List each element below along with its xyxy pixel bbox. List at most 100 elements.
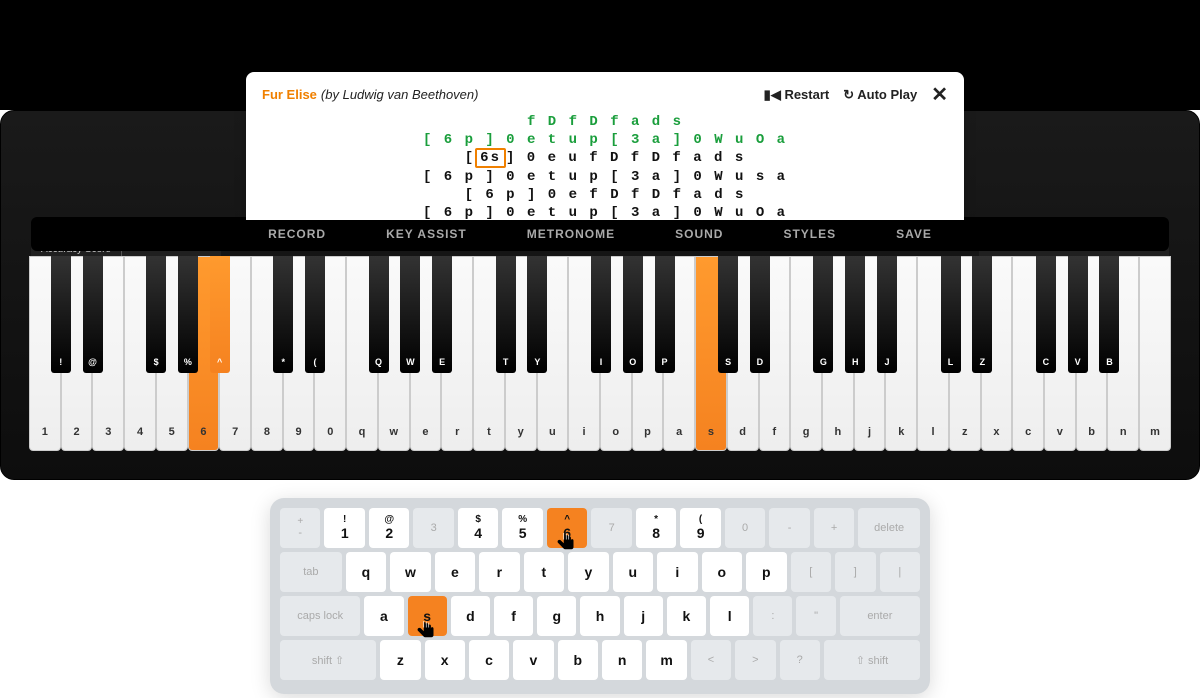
autoplay-button[interactable]: ↻ Auto Play [843,87,917,103]
piano-black-key-T[interactable]: T [496,256,516,373]
kb-key-u[interactable]: u [613,552,653,592]
key-label: S [718,357,738,367]
kb-key-n[interactable]: n [602,640,642,680]
piano-black-key-B[interactable]: B [1099,256,1119,373]
kb-key-j[interactable]: j [624,596,663,636]
kb-key-tab: tab [280,552,342,592]
key-label: e [411,426,441,438]
menu-item-sound[interactable]: SOUND [675,227,723,241]
key-label: V [1068,357,1088,367]
key-label: i [569,426,599,438]
key-label: c [1013,426,1043,438]
key-label: H [845,357,865,367]
kb-key-f[interactable]: f [494,596,533,636]
piano-black-key-Z[interactable]: Z [972,256,992,373]
kb-key-g[interactable]: g [537,596,576,636]
key-label: q [347,426,377,438]
key-label: Q [369,357,389,367]
piano-black-key-H[interactable]: H [845,256,865,373]
key-label: W [400,357,420,367]
key-label: d [728,426,758,438]
piano-black-key-V[interactable]: V [1068,256,1088,373]
kb-key-9[interactable]: (9 [680,508,720,548]
piano-black-key-O[interactable]: O [623,256,643,373]
key-label: 4 [125,426,155,438]
restart-button[interactable]: ▮◀ Restart [764,87,830,103]
key-label: ! [51,357,71,367]
key-label: 2 [62,426,92,438]
kb-key-2[interactable]: @2 [369,508,409,548]
kb-key-: - [769,508,809,548]
kb-key-r[interactable]: r [479,552,519,592]
kb-key-q[interactable]: q [346,552,386,592]
key-label: I [591,357,611,367]
piano-black-key-J[interactable]: J [877,256,897,373]
piano-black-key-![interactable]: ! [51,256,71,373]
kb-key-c[interactable]: c [469,640,509,680]
menu-item-metronome[interactable]: METRONOME [527,227,615,241]
piano-black-key-I[interactable]: I [591,256,611,373]
kb-key-6[interactable]: ^6 [547,508,587,548]
piano-black-key-$[interactable]: $ [146,256,166,373]
piano-black-key-Y[interactable]: Y [527,256,547,373]
key-label: f [760,426,790,438]
kb-key-l[interactable]: l [710,596,749,636]
key-label: 3 [93,426,123,438]
key-label: u [538,426,568,438]
kb-key-: > [735,640,775,680]
kb-key-: +- [280,508,320,548]
kb-key-d[interactable]: d [451,596,490,636]
song-composer: (by Ludwig van Beethoven) [321,87,479,102]
piano-black-key-S[interactable]: S [718,256,738,373]
menu-item-record[interactable]: RECORD [268,227,326,241]
menu-item-styles[interactable]: STYLES [783,227,836,241]
kb-key-b[interactable]: b [558,640,598,680]
kb-key-v[interactable]: v [513,640,553,680]
key-label: C [1036,357,1056,367]
piano-black-key-([interactable]: ( [305,256,325,373]
piano-black-key-E[interactable]: E [432,256,452,373]
kb-key-a[interactable]: a [364,596,403,636]
close-icon[interactable]: ✕ [931,82,948,107]
kb-key-: ] [835,552,875,592]
kb-key-o[interactable]: o [702,552,742,592]
key-label: E [432,357,452,367]
piano-black-key-Q[interactable]: Q [369,256,389,373]
menu-item-key-assist[interactable]: KEY ASSIST [386,227,467,241]
kb-key-m[interactable]: m [646,640,686,680]
kb-key-i[interactable]: i [657,552,697,592]
piano-black-key-P[interactable]: P [655,256,675,373]
kb-key-s[interactable]: s [408,596,447,636]
kb-key-4[interactable]: $4 [458,508,498,548]
key-label: n [1108,426,1138,438]
kb-key-p[interactable]: p [746,552,786,592]
kb-key-: ? [780,640,820,680]
key-label: Z [972,357,992,367]
kb-key-: " [796,596,835,636]
kb-key-5[interactable]: %5 [502,508,542,548]
key-label: t [474,426,504,438]
menu-item-save[interactable]: SAVE [896,227,932,241]
piano-black-key-L[interactable]: L [941,256,961,373]
piano-black-key-W[interactable]: W [400,256,420,373]
piano-white-key-m[interactable]: m [1139,256,1171,451]
piano-black-key-%[interactable]: % [178,256,198,373]
piano-black-key-C[interactable]: C [1036,256,1056,373]
kb-key-k[interactable]: k [667,596,706,636]
key-label: % [178,357,198,367]
song-title: Fur Elise [262,87,317,102]
piano-black-key-@[interactable]: @ [83,256,103,373]
key-label: ^ [210,357,230,367]
piano-black-key-^[interactable]: ^ [210,256,230,373]
piano-black-key-D[interactable]: D [750,256,770,373]
piano-black-key-G[interactable]: G [813,256,833,373]
kb-key-1[interactable]: !1 [324,508,364,548]
piano-black-key-*[interactable]: * [273,256,293,373]
kb-key-8[interactable]: *8 [636,508,676,548]
kb-key-: | [880,552,920,592]
kb-key-e[interactable]: e [435,552,475,592]
key-label: b [1077,426,1107,438]
kb-key-w[interactable]: w [390,552,430,592]
kb-key-h[interactable]: h [580,596,619,636]
key-label: L [941,357,961,367]
